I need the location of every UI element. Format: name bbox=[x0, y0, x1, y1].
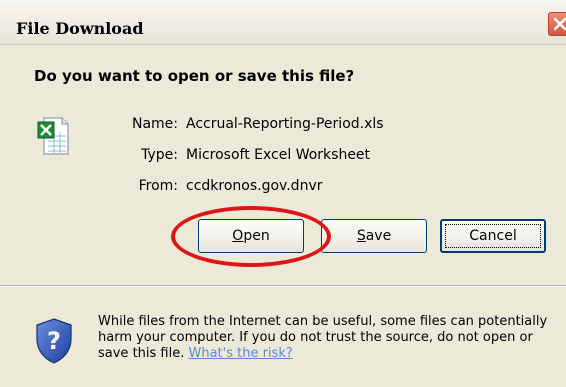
excel-file-icon bbox=[37, 117, 69, 155]
file-source-label: From: bbox=[138, 178, 178, 194]
separator-highlight bbox=[0, 286, 566, 287]
save-button[interactable]: Save bbox=[321, 219, 427, 253]
file-download-dialog: File Download Do you want to open or sav… bbox=[0, 0, 566, 387]
file-source-value: ccdkronos.gov.dnvr bbox=[186, 178, 323, 194]
whats-the-risk-link[interactable]: What's the risk? bbox=[189, 346, 293, 361]
close-icon bbox=[553, 17, 566, 31]
dialog-question: Do you want to open or save this file? bbox=[34, 67, 355, 85]
window-title: File Download bbox=[16, 19, 144, 38]
file-type-value: Microsoft Excel Worksheet bbox=[186, 147, 371, 163]
cancel-button-label: Cancel bbox=[469, 228, 517, 244]
svg-text:?: ? bbox=[47, 327, 61, 355]
title-bar[interactable]: File Download bbox=[0, 0, 566, 45]
save-button-label: Save bbox=[356, 228, 392, 244]
security-warning: While files from the Internet can be use… bbox=[98, 314, 558, 362]
file-name-label: Name: bbox=[131, 116, 178, 132]
cancel-button[interactable]: Cancel bbox=[440, 219, 546, 253]
shield-question-icon: ? bbox=[36, 318, 72, 364]
warning-text: While files from the Internet can be use… bbox=[98, 314, 548, 361]
file-type-label: Type: bbox=[141, 147, 178, 163]
highlight-circle bbox=[171, 206, 331, 267]
close-button[interactable] bbox=[548, 12, 566, 36]
file-name-value: Accrual-Reporting-Period.xls bbox=[186, 116, 384, 132]
